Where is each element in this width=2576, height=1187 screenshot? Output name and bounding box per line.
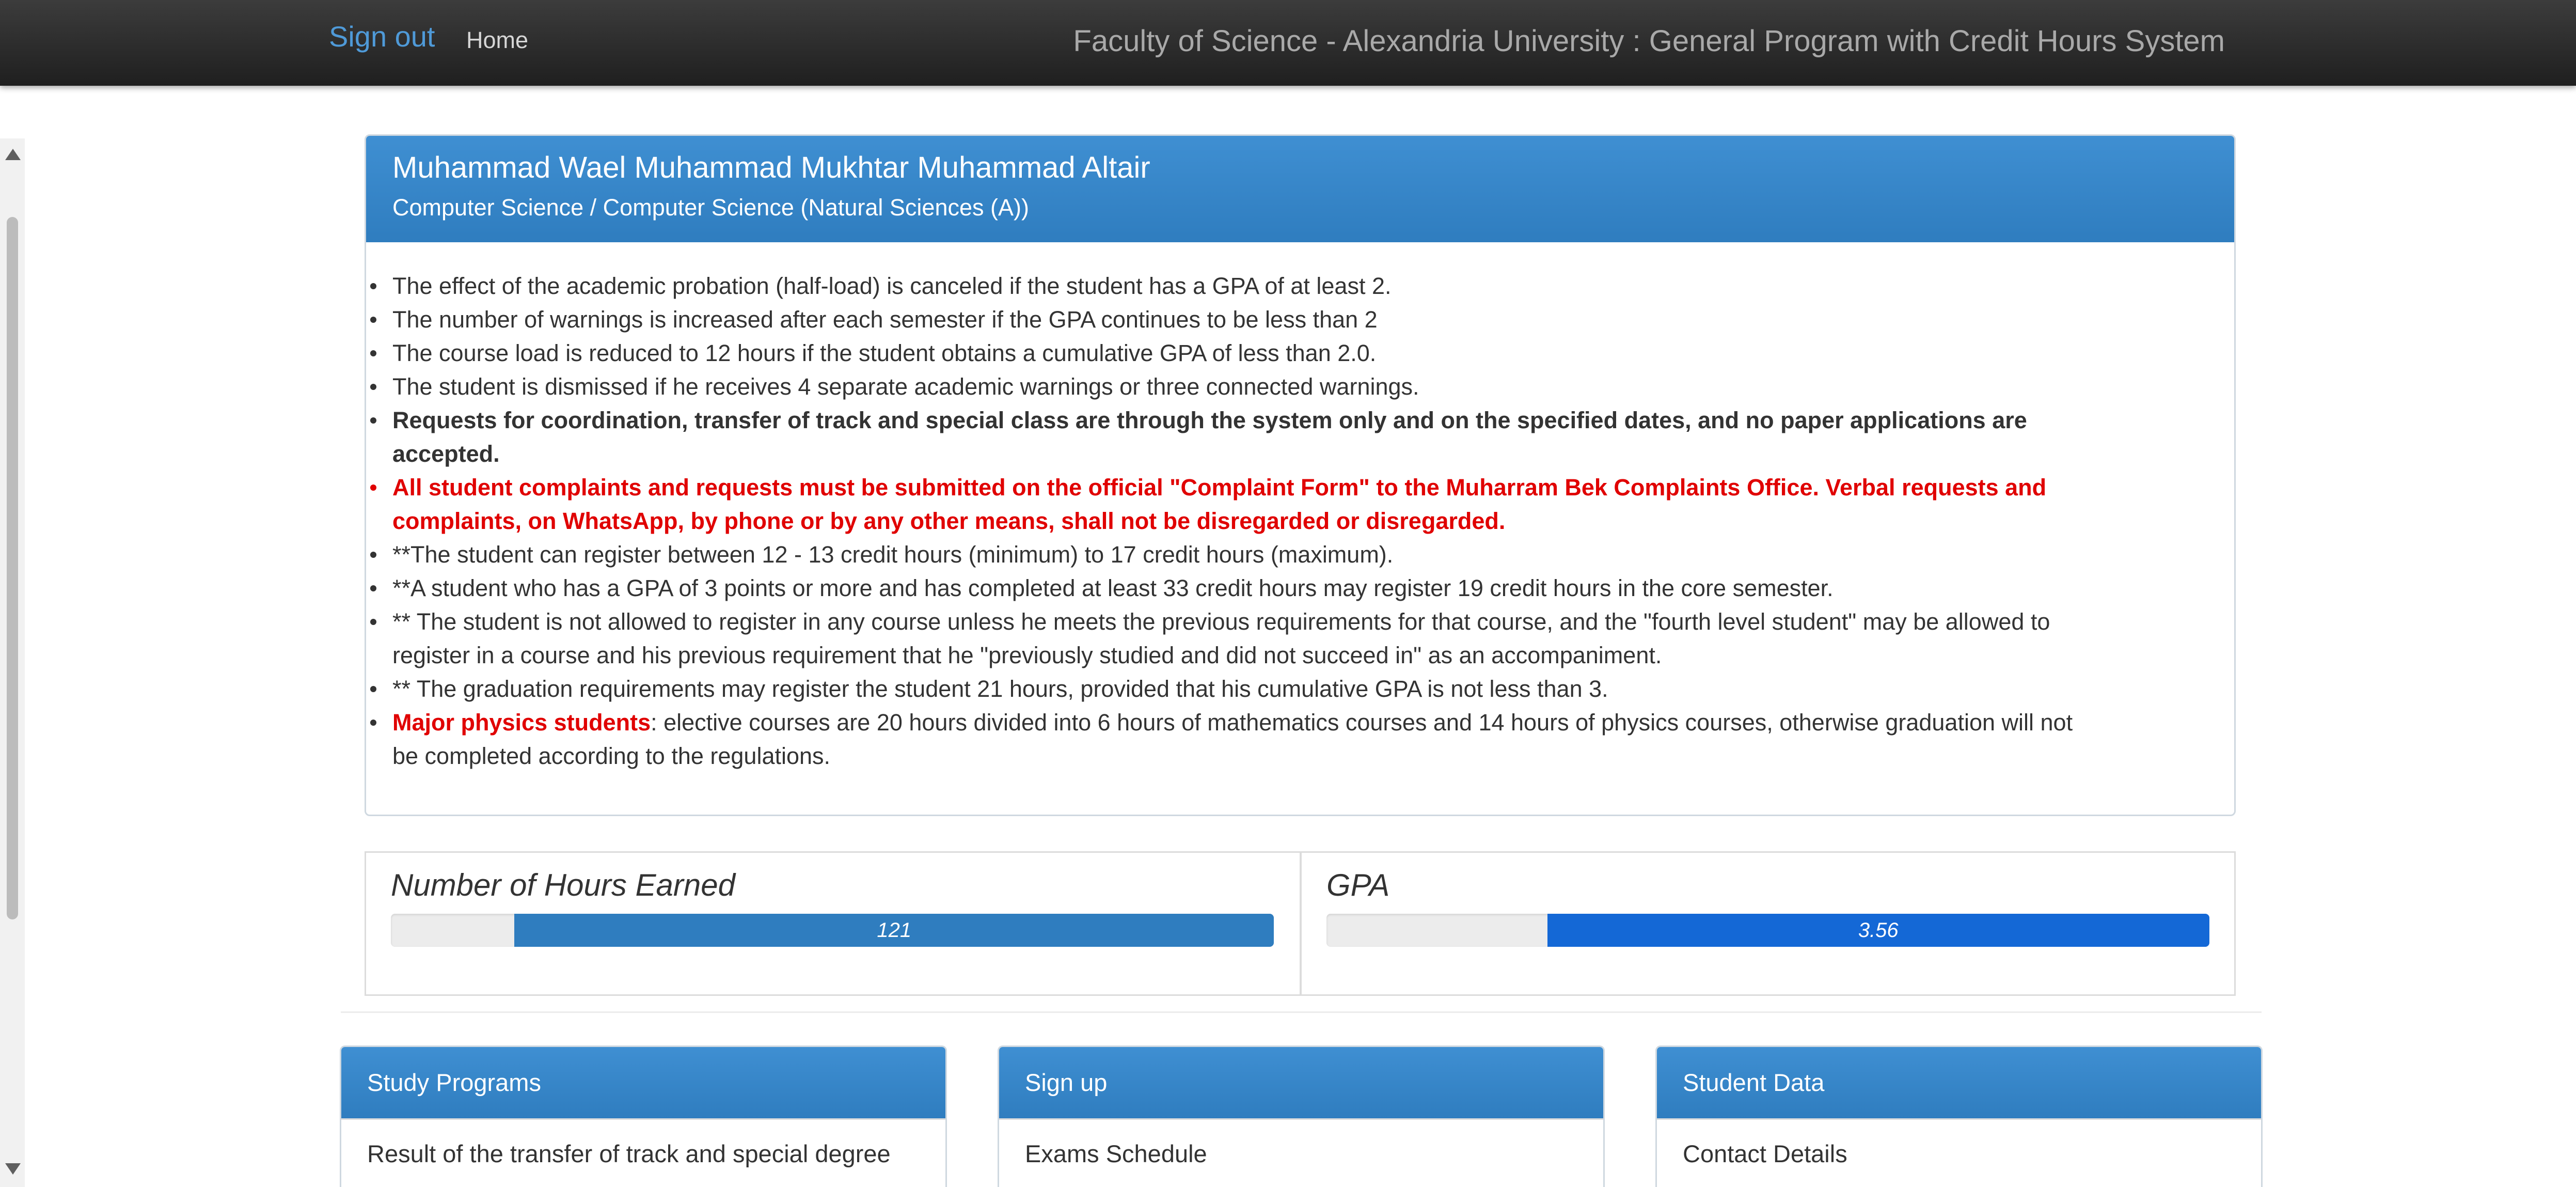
student-data-header: Student Data	[1657, 1047, 2261, 1118]
student-info-panel: Muhammad Wael Muhammad Mukhtar Muhammad …	[365, 134, 2236, 816]
list-item: **A student who has a GPA of 3 points or…	[366, 571, 2234, 605]
student-program: Computer Science / Computer Science (Nat…	[392, 194, 1029, 221]
sign-up-header: Sign up	[999, 1047, 1603, 1118]
list-item: The course load is reduced to 12 hours i…	[366, 336, 2234, 370]
gpa-title: GPA	[1326, 868, 1390, 902]
list-item: Requests for coordination, transfer of t…	[366, 403, 2234, 471]
scroll-up-arrow-icon[interactable]	[5, 149, 21, 160]
sign-out-link[interactable]: Sign out	[329, 20, 435, 53]
scroll-down-arrow-icon[interactable]	[5, 1163, 21, 1175]
list-item: All student complaints and requests must…	[366, 471, 2234, 538]
student-panel-header: Muhammad Wael Muhammad Mukhtar Muhammad …	[366, 136, 2234, 242]
gpa-progress-bar: 3.56	[1326, 914, 2209, 947]
gpa-card: GPA 3.56	[1300, 851, 2236, 996]
physics-highlight: Major physics students	[392, 709, 651, 736]
hours-earned-title: Number of Hours Earned	[391, 868, 735, 902]
home-link[interactable]: Home	[466, 27, 528, 54]
hours-progress-fill: 121	[514, 914, 1274, 947]
study-programs-link[interactable]: Result of the transfer of track and spec…	[341, 1118, 945, 1187]
hours-earned-card: Number of Hours Earned 121	[365, 851, 1301, 996]
site-brand[interactable]: Faculty of Science - Alexandria Universi…	[1073, 24, 2225, 58]
contact-details-link[interactable]: Contact Details	[1657, 1118, 2261, 1187]
sign-up-panel: Sign up Exams Schedule	[998, 1045, 1605, 1187]
list-item: ** The student is not allowed to registe…	[366, 605, 2234, 672]
section-divider	[341, 1011, 2262, 1013]
study-programs-header: Study Programs	[341, 1047, 945, 1118]
list-item: **The student can register between 12 - …	[366, 538, 2234, 571]
list-item: The student is dismissed if he receives …	[366, 370, 2234, 403]
exams-schedule-link[interactable]: Exams Schedule	[999, 1118, 1603, 1187]
gpa-progress-fill: 3.56	[1547, 914, 2209, 947]
list-item: The number of warnings is increased afte…	[366, 303, 2234, 336]
student-data-panel: Student Data Contact Details	[1655, 1045, 2263, 1187]
student-name: Muhammad Wael Muhammad Mukhtar Muhammad …	[392, 151, 1150, 184]
regulations-list: The effect of the academic probation (ha…	[366, 269, 2234, 773]
list-item: ** The graduation requirements may regis…	[366, 672, 2234, 706]
hours-progress-bar: 121	[391, 914, 1274, 947]
top-navbar: Sign out Home Faculty of Science - Alexa…	[0, 0, 2576, 86]
study-programs-panel: Study Programs Result of the transfer of…	[340, 1045, 947, 1187]
list-item: The effect of the academic probation (ha…	[366, 269, 2234, 303]
scrollbar-thumb[interactable]	[7, 217, 18, 919]
list-item: Major physics students: elective courses…	[366, 706, 2234, 773]
